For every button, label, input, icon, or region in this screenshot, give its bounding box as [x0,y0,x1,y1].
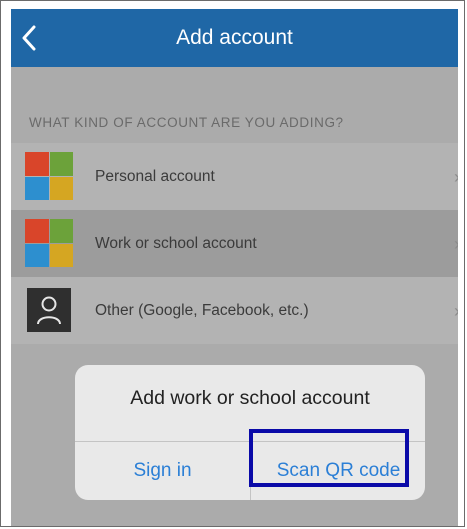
chevron-right-icon: › [454,167,458,188]
account-option-personal[interactable]: Personal account › [11,143,458,210]
scan-qr-code-button[interactable]: Scan QR code [251,442,425,500]
microsoft-logo-icon [25,219,73,267]
account-option-work-school[interactable]: Work or school account › [11,210,458,277]
app-screen: Add account WHAT KIND OF ACCOUNT ARE YOU… [11,9,458,526]
navigation-bar: Add account [11,9,458,67]
account-option-label: Work or school account [95,234,257,252]
dialog-title: Add work or school account [130,387,370,409]
account-option-label: Personal account [95,167,215,185]
add-work-account-dialog: Add work or school account Sign in Scan … [75,365,425,500]
section-header: WHAT KIND OF ACCOUNT ARE YOU ADDING? [29,115,344,130]
person-icon [27,288,71,332]
page-title: Add account [176,26,293,49]
account-option-label: Other (Google, Facebook, etc.) [95,301,309,319]
screenshot-frame: Add account WHAT KIND OF ACCOUNT ARE YOU… [0,0,465,527]
account-option-other[interactable]: Other (Google, Facebook, etc.) › [11,277,458,344]
chevron-right-icon: › [454,234,458,255]
microsoft-logo-icon [25,152,73,200]
sign-in-button[interactable]: Sign in [75,442,250,500]
chevron-right-icon: › [454,301,458,322]
